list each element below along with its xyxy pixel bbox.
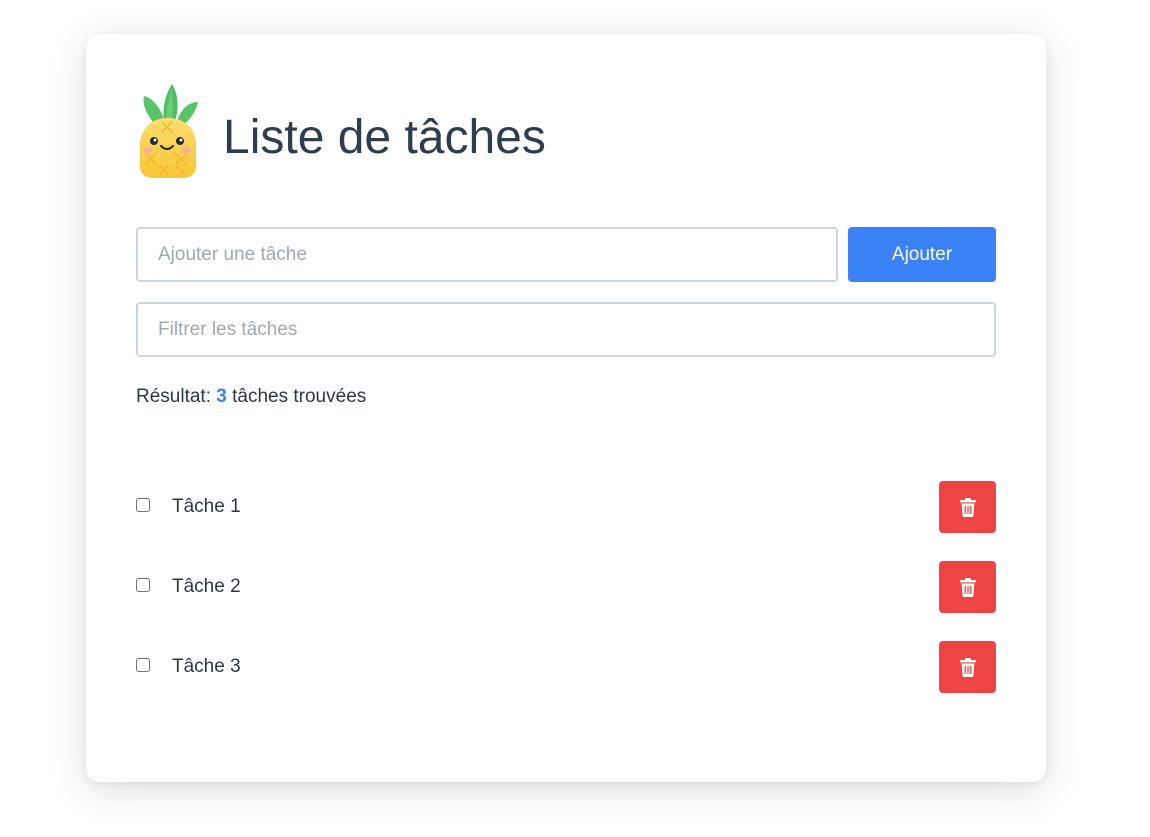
task-label: Tâche 3 — [172, 656, 241, 677]
task-list: Tâche 1 Tâche 2 Tâche 3 — [136, 481, 996, 721]
trash-icon — [959, 657, 976, 677]
task-checkbox[interactable] — [136, 498, 150, 512]
delete-task-button[interactable] — [939, 561, 996, 613]
delete-task-button[interactable] — [939, 641, 996, 693]
page-title: Liste de tâches — [223, 111, 546, 164]
task-checkbox[interactable] — [136, 578, 150, 592]
trash-icon — [959, 577, 976, 597]
trash-icon — [959, 497, 976, 517]
add-task-input[interactable] — [136, 227, 838, 282]
pineapple-mascot-icon — [140, 84, 198, 178]
add-task-button[interactable]: Ajouter — [848, 227, 996, 282]
result-prefix: Résultat: — [136, 386, 211, 407]
filter-tasks-input[interactable] — [136, 302, 996, 357]
task-label: Tâche 1 — [172, 496, 241, 517]
header: Liste de tâches — [136, 84, 546, 180]
task-item: Tâche 1 — [136, 481, 996, 533]
result-suffix: tâches trouvées — [232, 386, 367, 407]
task-item: Tâche 2 — [136, 561, 996, 613]
task-item: Tâche 3 — [136, 641, 996, 693]
result-summary: Résultat: 3 tâches trouvées — [136, 386, 366, 408]
delete-task-button[interactable] — [939, 481, 996, 533]
result-count: 3 — [216, 386, 227, 407]
add-task-row: Ajouter — [136, 227, 996, 282]
task-checkbox[interactable] — [136, 658, 150, 672]
todo-card: Liste de tâches Ajouter Résultat: 3 tâch… — [86, 34, 1046, 782]
task-label: Tâche 2 — [172, 576, 241, 597]
